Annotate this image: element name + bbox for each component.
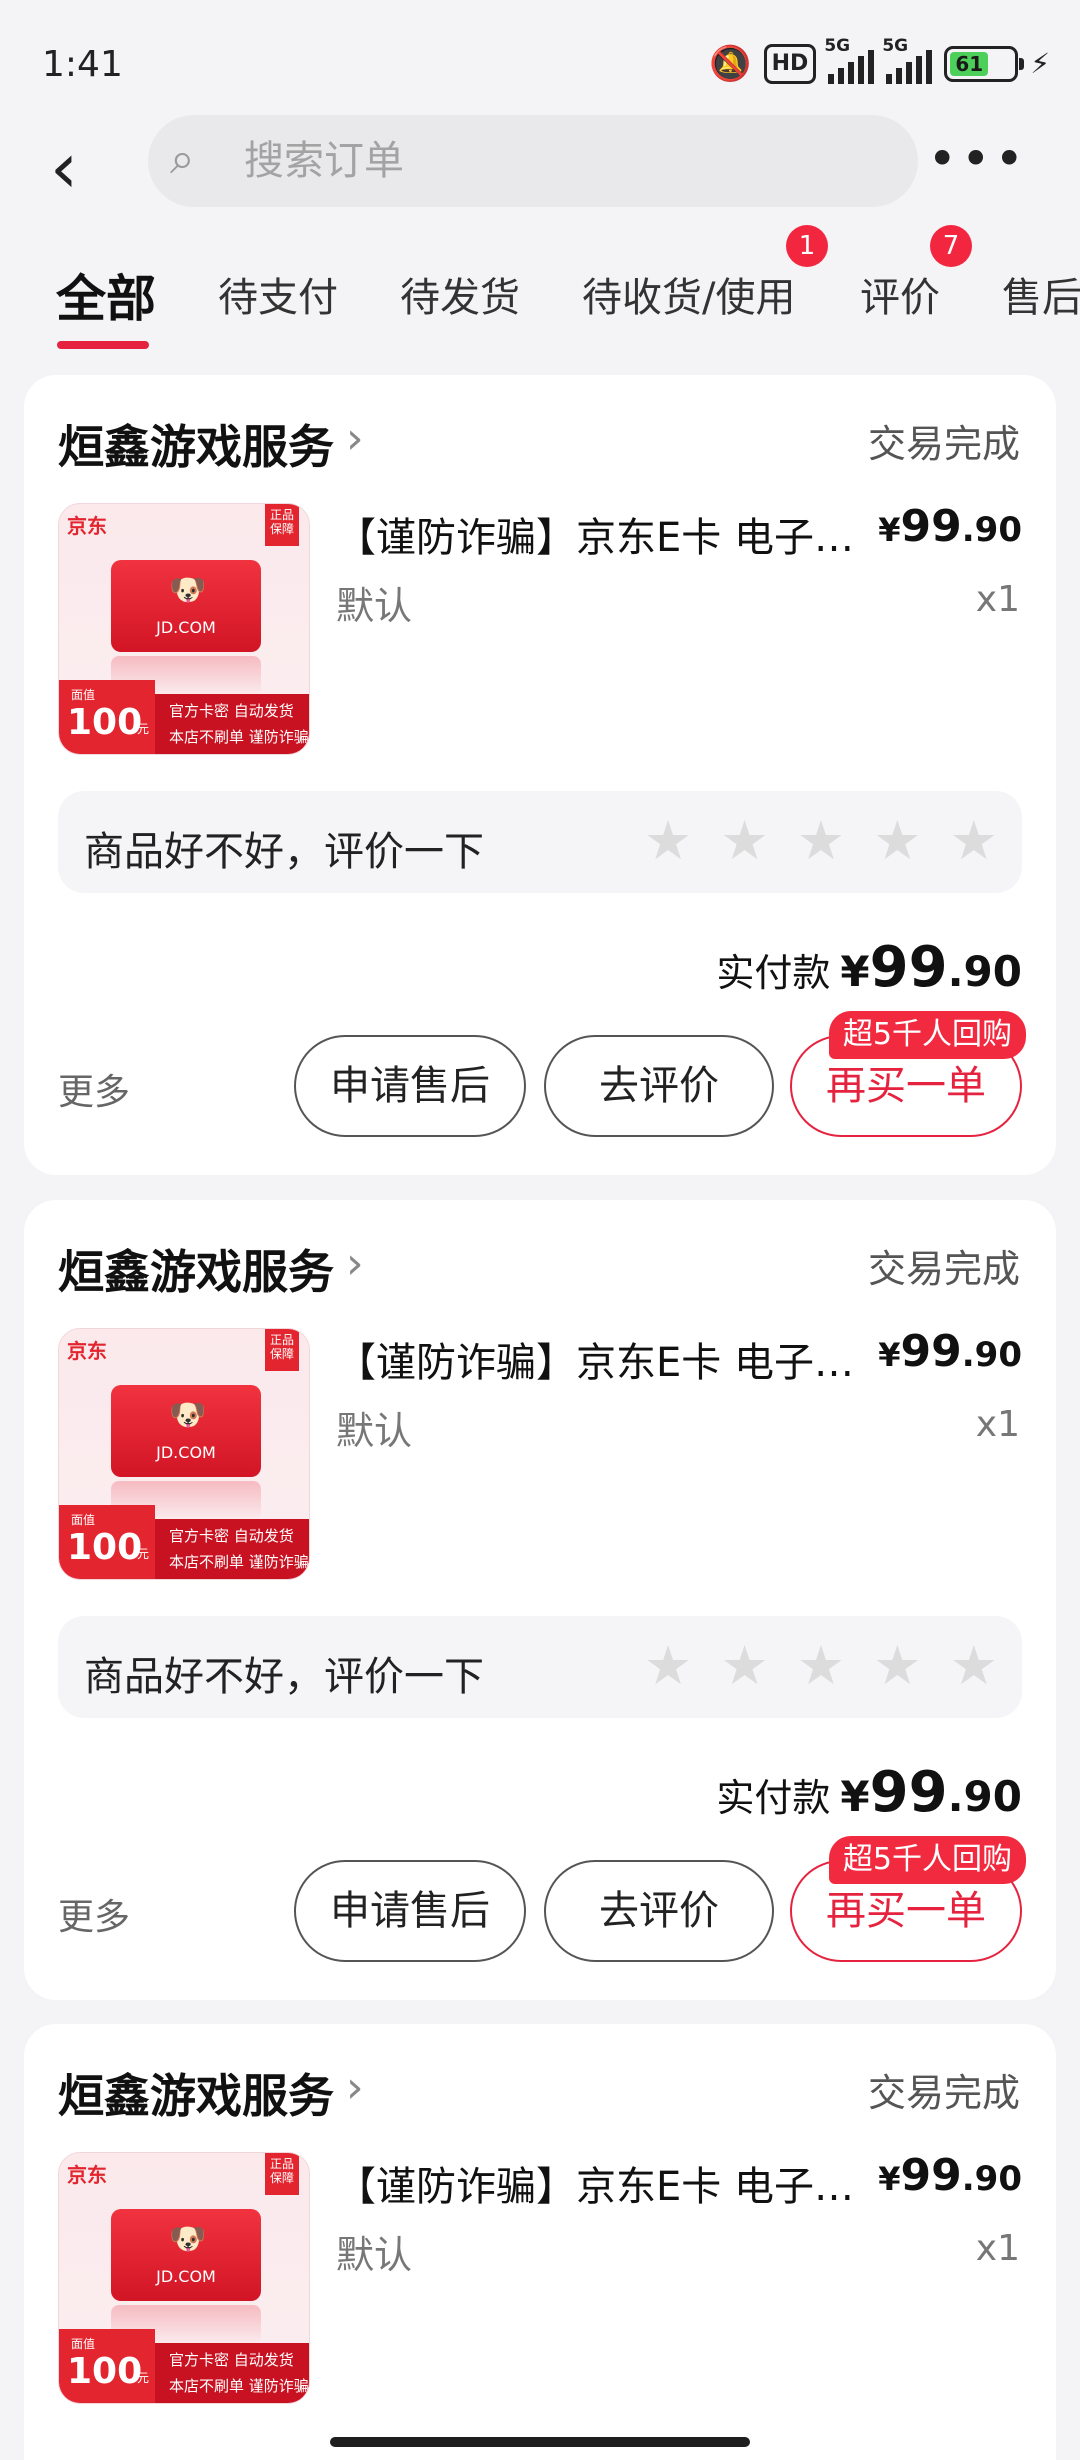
status-time: 1:41 — [42, 44, 123, 85]
product-name[interactable]: 【谨防诈骗】京东E卡 电子卡 100元 — [336, 505, 856, 563]
face-value: 面值 100 元 — [59, 680, 155, 754]
product-thumbnail[interactable]: 京东 正品保障 🐶 JD.COM 面值 100 元 官方卡密 自动发货 本店不刷… — [58, 1328, 310, 1580]
e-card-image: 🐶 JD.COM — [111, 560, 261, 652]
unit-price: ¥99.90 — [878, 2150, 1022, 2201]
shop-name[interactable]: 烜鑫游戏服务 — [58, 2060, 334, 2126]
search-placeholder: 搜索订单 — [244, 138, 404, 184]
product-quantity: x1 — [975, 579, 1020, 620]
chevron-right-icon[interactable]: › — [346, 1238, 364, 1289]
unit-price: ¥99.90 — [878, 501, 1022, 552]
order-status: 交易完成 — [867, 2071, 1020, 2115]
tab-review[interactable]: 评价 — [860, 265, 940, 323]
tab-pending-receipt[interactable]: 待收货/使用 — [582, 265, 795, 323]
thumb-slogan: 官方卡密 自动发货 本店不刷单 谨防诈骗 — [155, 2343, 309, 2403]
rating-stars[interactable]: ★ ★ ★ ★ ★ — [644, 813, 998, 869]
status-icons: 🔕 HD 5G 5G 61 ⚡ — [709, 36, 1050, 84]
star-icon[interactable]: ★ — [797, 813, 845, 869]
guarantee-ribbon: 正品保障 — [265, 1329, 299, 1371]
order-card: 烜鑫游戏服务 › 交易完成 京东 正品保障 🐶 JD.COM 面值 100 元 … — [24, 1200, 1056, 2000]
review-button[interactable]: 去评价 — [544, 1860, 774, 1962]
star-icon[interactable]: ★ — [873, 1638, 921, 1694]
tab-all[interactable]: 全部 — [56, 259, 156, 331]
more-link[interactable]: 更多 — [58, 1888, 130, 1940]
signal-icon-2: 5G — [882, 36, 933, 84]
search-input[interactable]: ⌕ 搜索订单 — [148, 115, 918, 207]
thumb-slogan: 官方卡密 自动发货 本店不刷单 谨防诈骗 — [155, 1519, 309, 1579]
jd-dog-icon: 🐶 — [169, 2222, 207, 2257]
jd-dog-icon: 🐶 — [169, 1398, 207, 1433]
guarantee-ribbon: 正品保障 — [265, 2153, 299, 2195]
chevron-right-icon[interactable]: › — [346, 2062, 364, 2113]
product-spec: 默认 — [336, 1409, 413, 1453]
product-spec: 默认 — [336, 584, 413, 628]
order-card: 烜鑫游戏服务 › 交易完成 京东 正品保障 🐶 JD.COM 面值 100 元 … — [24, 375, 1056, 1175]
star-icon[interactable]: ★ — [720, 813, 768, 869]
product-quantity: x1 — [975, 1404, 1020, 1445]
tab-aftersale[interactable]: 售后 — [1002, 265, 1080, 323]
product-thumbnail[interactable]: 京东 正品保障 🐶 JD.COM 面值 100 元 官方卡密 自动发货 本店不刷… — [58, 2152, 310, 2404]
chevron-right-icon[interactable]: › — [346, 413, 364, 464]
e-card-image: 🐶 JD.COM — [111, 2209, 261, 2301]
home-indicator[interactable] — [330, 2437, 750, 2447]
paid-amount: 实付款 ¥99.90 — [716, 935, 1022, 1000]
product-thumbnail[interactable]: 京东 正品保障 🐶 JD.COM 面值 100 元 官方卡密 自动发货 本店不刷… — [58, 503, 310, 755]
header: ‹ ⌕ 搜索订单 ••• — [0, 115, 1080, 225]
review-prompt[interactable]: 商品好不好，评价一下 ★ ★ ★ ★ ★ — [58, 791, 1022, 893]
guarantee-ribbon: 正品保障 — [265, 504, 299, 546]
star-icon[interactable]: ★ — [644, 813, 692, 869]
order-tabs: 全部 待支付 待发货 待收货/使用 1 评价 7 售后 — [0, 225, 1080, 355]
order-status: 交易完成 — [867, 1247, 1020, 1291]
signal-icon: 5G — [824, 36, 875, 84]
mute-bell-icon: 🔕 — [709, 44, 752, 84]
star-icon[interactable]: ★ — [797, 1638, 845, 1694]
star-icon[interactable]: ★ — [720, 1638, 768, 1694]
paid-amount: 实付款 ¥99.90 — [716, 1760, 1022, 1825]
thumb-slogan: 官方卡密 自动发货 本店不刷单 谨防诈骗 — [155, 694, 309, 754]
order-card: 烜鑫游戏服务 › 交易完成 京东 正品保障 🐶 JD.COM 面值 100 元 … — [24, 2024, 1056, 2460]
active-tab-indicator — [57, 341, 149, 349]
star-icon[interactable]: ★ — [950, 813, 998, 869]
more-link[interactable]: 更多 — [58, 1063, 130, 1115]
face-value: 面值 100 元 — [59, 1505, 155, 1579]
order-status: 交易完成 — [867, 422, 1020, 466]
tab-pending-payment[interactable]: 待支付 — [218, 265, 338, 323]
product-name[interactable]: 【谨防诈骗】京东E卡 电子卡 100元 — [336, 1330, 856, 1388]
unit-price: ¥99.90 — [878, 1326, 1022, 1377]
tab-badge: 7 — [930, 225, 972, 267]
e-card-image: 🐶 JD.COM — [111, 1385, 261, 1477]
battery-icon: 61 — [944, 46, 1025, 82]
star-icon[interactable]: ★ — [950, 1638, 998, 1694]
tab-pending-shipment[interactable]: 待发货 — [400, 265, 520, 323]
rebuy-tag: 超5千人回购 — [828, 1011, 1026, 1059]
apply-aftersale-button[interactable]: 申请售后 — [294, 1860, 526, 1962]
shop-name[interactable]: 烜鑫游戏服务 — [58, 1236, 334, 1302]
star-icon[interactable]: ★ — [644, 1638, 692, 1694]
rating-stars[interactable]: ★ ★ ★ ★ ★ — [644, 1638, 998, 1694]
face-value: 面值 100 元 — [59, 2329, 155, 2403]
star-icon[interactable]: ★ — [873, 813, 921, 869]
charging-icon: ⚡ — [1030, 47, 1050, 80]
back-icon[interactable]: ‹ — [50, 133, 110, 203]
rebuy-tag: 超5千人回购 — [828, 1836, 1026, 1884]
tab-badge: 1 — [786, 225, 828, 267]
review-prompt[interactable]: 商品好不好，评价一下 ★ ★ ★ ★ ★ — [58, 1616, 1022, 1718]
jd-dog-icon: 🐶 — [169, 573, 207, 608]
apply-aftersale-button[interactable]: 申请售后 — [294, 1035, 526, 1137]
status-bar: 1:41 🔕 HD 5G 5G 61 ⚡ — [0, 0, 1080, 130]
product-quantity: x1 — [975, 2228, 1020, 2269]
shop-name[interactable]: 烜鑫游戏服务 — [58, 411, 334, 477]
product-name[interactable]: 【谨防诈骗】京东E卡 电子卡 100元 — [336, 2154, 856, 2212]
product-spec: 默认 — [336, 2233, 413, 2277]
search-icon: ⌕ — [170, 133, 195, 184]
hd-icon: HD — [763, 44, 817, 84]
review-button[interactable]: 去评价 — [544, 1035, 774, 1137]
more-options-icon[interactable]: ••• — [928, 134, 1028, 184]
